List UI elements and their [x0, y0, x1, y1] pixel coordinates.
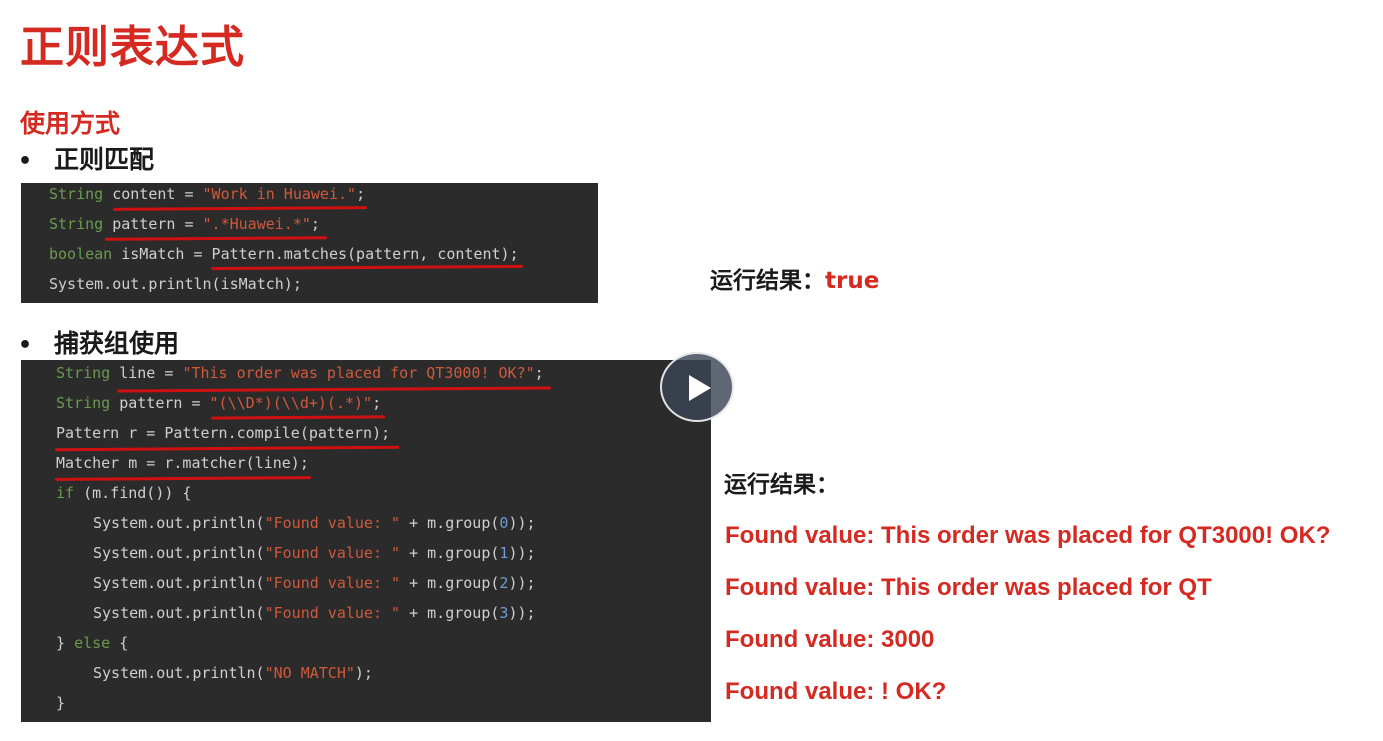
found-value-line: Found value: This order was placed for Q… — [725, 522, 1331, 549]
code-line: Pattern r = Pattern.compile(pattern); — [56, 424, 391, 442]
section-heading: 使用方式 — [20, 109, 121, 138]
bullet-label: 捕获组使用 — [54, 329, 180, 358]
found-value-line: Found value: 3000 — [725, 626, 935, 653]
page-title: 正则表达式 — [20, 22, 245, 73]
bullet-marker: • — [18, 149, 33, 174]
code-line: } else { — [56, 634, 129, 652]
code-block-match: String content = "Work in Huawei."; Stri… — [21, 183, 598, 303]
found-value-line: Found value: This order was placed for Q… — [725, 574, 1212, 601]
code-line: String pattern = "(\\D*)(\\d+)(.*)"; — [56, 394, 382, 412]
video-play-button[interactable] — [660, 352, 734, 422]
code-line: System.out.println("Found value: " + m.g… — [93, 574, 536, 592]
result-value-true: true — [825, 268, 880, 294]
code-line: if (m.find()) { — [56, 484, 192, 502]
code-line: System.out.println("Found value: " + m.g… — [93, 604, 536, 622]
bullet-label: 正则匹配 — [54, 145, 155, 174]
code-line: } — [56, 694, 66, 712]
code-line: String content = "Work in Huawei."; — [49, 185, 366, 203]
code-line: System.out.println("Found value: " + m.g… — [93, 544, 536, 562]
result-label-match: 运行结果：true — [710, 268, 880, 294]
code-line: System.out.println(isMatch); — [49, 275, 302, 293]
code-line: Matcher m = r.matcher(line); — [56, 454, 309, 472]
result-label-capture: 运行结果： — [724, 472, 839, 498]
code-block-capture: String line = "This order was placed for… — [21, 360, 711, 722]
code-line: String pattern = ".*Huawei.*"; — [49, 215, 320, 233]
bullet-regex-match: • 正则匹配 — [18, 142, 154, 180]
code-line: System.out.println("NO MATCH"); — [93, 664, 373, 682]
found-value-line: Found value: ! OK? — [725, 678, 947, 705]
code-line: System.out.println("Found value: " + m.g… — [93, 514, 536, 532]
code-line: String line = "This order was placed for… — [56, 364, 544, 382]
bullet-marker: • — [18, 333, 33, 358]
play-icon — [689, 375, 711, 401]
